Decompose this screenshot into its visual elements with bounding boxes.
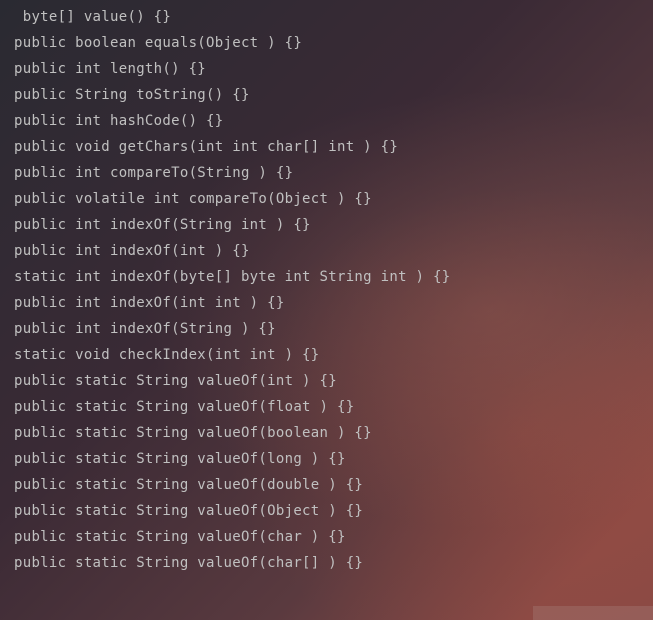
- code-line: public String toString() {}: [0, 82, 653, 108]
- code-line: public int compareTo(String ) {}: [0, 160, 653, 186]
- code-line: public static String valueOf(int ) {}: [0, 368, 653, 394]
- code-line: public int indexOf(String ) {}: [0, 316, 653, 342]
- code-line: public volatile int compareTo(Object ) {…: [0, 186, 653, 212]
- code-line: static void checkIndex(int int ) {}: [0, 342, 653, 368]
- code-line: public static String valueOf(float ) {}: [0, 394, 653, 420]
- code-line: public int hashCode() {}: [0, 108, 653, 134]
- code-line: public void getChars(int int char[] int …: [0, 134, 653, 160]
- code-line: public boolean equals(Object ) {}: [0, 30, 653, 56]
- code-line: public static String valueOf(boolean ) {…: [0, 420, 653, 446]
- code-line: public int length() {}: [0, 56, 653, 82]
- code-line: public static String valueOf(char ) {}: [0, 524, 653, 550]
- code-line: public int indexOf(String int ) {}: [0, 212, 653, 238]
- code-editor-view: byte[] value() {} public boolean equals(…: [0, 4, 653, 576]
- code-line: public static String valueOf(char[] ) {}: [0, 550, 653, 576]
- code-line: public static String valueOf(double ) {}: [0, 472, 653, 498]
- code-line: public static String valueOf(long ) {}: [0, 446, 653, 472]
- code-line: static int indexOf(byte[] byte int Strin…: [0, 264, 653, 290]
- scrollbar-indicator[interactable]: [533, 606, 653, 620]
- code-line: byte[] value() {}: [0, 4, 653, 30]
- code-line: public int indexOf(int ) {}: [0, 238, 653, 264]
- code-line: public static String valueOf(Object ) {}: [0, 498, 653, 524]
- code-line: public int indexOf(int int ) {}: [0, 290, 653, 316]
